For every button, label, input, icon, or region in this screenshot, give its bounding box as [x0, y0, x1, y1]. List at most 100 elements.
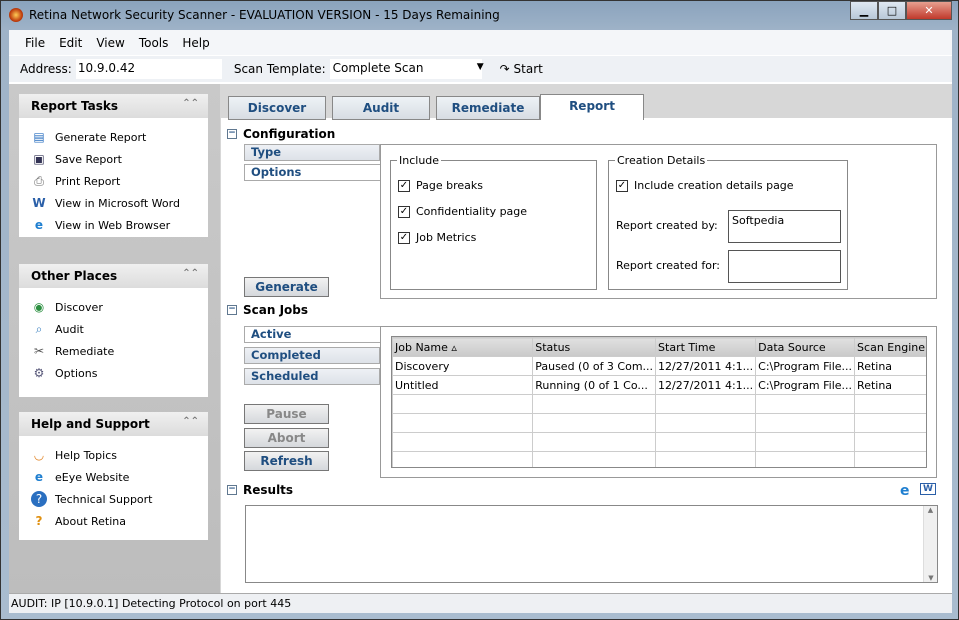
menu-edit[interactable]: Edit	[59, 36, 82, 50]
table-row[interactable]: Untitled Running (0 of 1 Co... 12/27/2011 …	[392, 375, 926, 395]
help-support-panel: Help and Support ⌃⌃ ◡ Help Topics e eEye We…	[19, 412, 208, 540]
abort-button[interactable]: Abort	[244, 428, 329, 448]
cell: Retina	[854, 356, 926, 376]
task-view-word[interactable]: W View in Microsoft Word	[19, 192, 208, 214]
col-data-source[interactable]: Data Source	[755, 337, 856, 357]
item-label: View in Web Browser	[55, 218, 171, 232]
start-button[interactable]: ↷ Start	[500, 62, 543, 76]
task-view-browser[interactable]: e View in Web Browser	[19, 214, 208, 236]
group-title: Include	[397, 154, 442, 167]
empty-row	[392, 451, 926, 467]
task-print-report[interactable]: ⎙ Print Report	[19, 170, 208, 192]
col-start-time[interactable]: Start Time	[655, 337, 757, 357]
audit-icon: ⌕	[35, 322, 43, 336]
start-label: Start	[513, 62, 543, 76]
menu-file[interactable]: File	[25, 36, 45, 50]
help-technical-support[interactable]: ? Technical Support	[19, 488, 208, 510]
task-generate-report[interactable]: ▤ Generate Report	[19, 126, 208, 148]
col-status[interactable]: Status	[532, 337, 657, 357]
confidentiality-page-checkbox[interactable]: ✓ Confidentiality page	[398, 205, 527, 218]
table-row[interactable]: Discovery Paused (0 of 3 Com... 12/27/2011…	[392, 356, 926, 376]
subtab-scheduled[interactable]: Scheduled	[244, 368, 380, 385]
empty-row	[392, 413, 926, 433]
cell: Untitled	[392, 375, 534, 395]
window-title: Retina Network Security Scanner - EVALUA…	[29, 8, 500, 22]
subtab-type[interactable]: Type	[244, 144, 380, 161]
report-tasks-panel: Report Tasks ⌃⌃ ▤ Generate Report ▣ Save Re…	[19, 94, 208, 237]
sidebar: Report Tasks ⌃⌃ ▤ Generate Report ▣ Save Re…	[9, 84, 220, 594]
start-arrow-icon: ↷	[499, 62, 510, 76]
pause-button[interactable]: Pause	[244, 404, 329, 424]
col-scan-engine[interactable]: Scan Engine	[854, 337, 926, 357]
tab-audit[interactable]: Audit	[332, 96, 430, 120]
checkbox-label: Page breaks	[416, 179, 483, 192]
collapse-icon[interactable]: ⌃⌃	[182, 416, 199, 427]
tab-remediate[interactable]: Remediate	[436, 96, 540, 120]
section-title: Results	[243, 483, 294, 497]
scan-template-value: Complete Scan	[332, 61, 424, 75]
cell: 12/27/2011 4:1...	[655, 375, 757, 395]
help-topics[interactable]: ◡ Help Topics	[19, 444, 208, 466]
help-topics-icon: ◡	[33, 448, 45, 462]
checkbox-label: Job Metrics	[416, 231, 477, 244]
collapse-icon[interactable]: −	[227, 305, 237, 315]
place-discover[interactable]: ◉ Discover	[19, 296, 208, 318]
generate-button[interactable]: Generate	[244, 277, 329, 297]
created-by-input[interactable]: Softpedia	[728, 210, 841, 243]
menu-tools[interactable]: Tools	[139, 36, 169, 50]
maximize-button[interactable]: □	[878, 1, 906, 20]
item-label: Audit	[55, 322, 84, 336]
cell: Discovery	[392, 356, 534, 376]
address-label: Address:	[20, 62, 72, 76]
minimize-button[interactable]: ▁	[850, 1, 878, 20]
chevron-down-icon[interactable]: ▼	[477, 62, 484, 72]
help-about[interactable]: ? About Retina	[19, 510, 208, 532]
collapse-icon[interactable]: ⌃⌃	[182, 268, 199, 279]
panel-title: Other Places	[31, 269, 118, 283]
place-remediate[interactable]: ✂ Remediate	[19, 340, 208, 362]
print-icon: ⎙	[34, 174, 44, 188]
word-icon[interactable]: W	[920, 483, 936, 495]
checkmark-icon: ✓	[616, 179, 628, 192]
item-label: Generate Report	[55, 130, 147, 144]
include-creation-details-checkbox[interactable]: ✓ Include creation details page	[616, 179, 794, 192]
job-metrics-checkbox[interactable]: ✓ Job Metrics	[398, 231, 476, 244]
menu-help[interactable]: Help	[182, 36, 209, 50]
place-options[interactable]: ⚙ Options	[19, 362, 208, 384]
item-label: Technical Support	[55, 492, 153, 506]
scan-jobs-table: Job Name ▵ Status Start Time Data Source…	[391, 336, 927, 468]
refresh-button[interactable]: Refresh	[244, 451, 329, 471]
configuration-section: − Configuration	[227, 127, 335, 141]
menu-view[interactable]: View	[96, 36, 124, 50]
close-button[interactable]: ✕	[906, 1, 952, 20]
tab-discover[interactable]: Discover	[228, 96, 326, 120]
scan-template-select[interactable]: Complete Scan ▼	[329, 59, 484, 79]
title-bar: Retina Network Security Scanner - EVALUA…	[1, 1, 958, 29]
menu-bar: File Edit View Tools Help	[9, 30, 952, 55]
section-title: Scan Jobs	[243, 303, 309, 317]
section-title: Configuration	[243, 127, 336, 141]
page-breaks-checkbox[interactable]: ✓ Page breaks	[398, 179, 483, 192]
checkbox-label: Confidentiality page	[416, 205, 528, 218]
created-for-input[interactable]	[728, 250, 841, 283]
col-job-name[interactable]: Job Name ▵	[392, 337, 534, 357]
collapse-icon[interactable]: −	[227, 129, 237, 139]
collapse-icon[interactable]: −	[227, 485, 237, 495]
tab-report[interactable]: Report	[540, 94, 644, 120]
scan-jobs-frame: Job Name ▵ Status Start Time Data Source…	[380, 326, 937, 478]
created-for-label: Report created for:	[616, 259, 720, 272]
panel-title: Help and Support	[31, 417, 150, 431]
subtab-active[interactable]: Active	[244, 326, 380, 343]
task-save-report[interactable]: ▣ Save Report	[19, 148, 208, 170]
address-input[interactable]: 10.9.0.42	[75, 59, 222, 79]
help-eeye-website[interactable]: e eEye Website	[19, 466, 208, 488]
subtab-completed[interactable]: Completed	[244, 347, 380, 364]
ie-icon[interactable]: e	[900, 483, 910, 499]
subtab-options[interactable]: Options	[244, 164, 380, 181]
group-title: Creation Details	[615, 154, 708, 167]
item-label: Help Topics	[55, 448, 117, 462]
empty-row	[392, 394, 926, 414]
collapse-icon[interactable]: ⌃⌃	[182, 98, 199, 109]
place-audit[interactable]: ⌕ Audit	[19, 318, 208, 340]
scrollbar[interactable]: ▲ ▼	[923, 506, 937, 582]
